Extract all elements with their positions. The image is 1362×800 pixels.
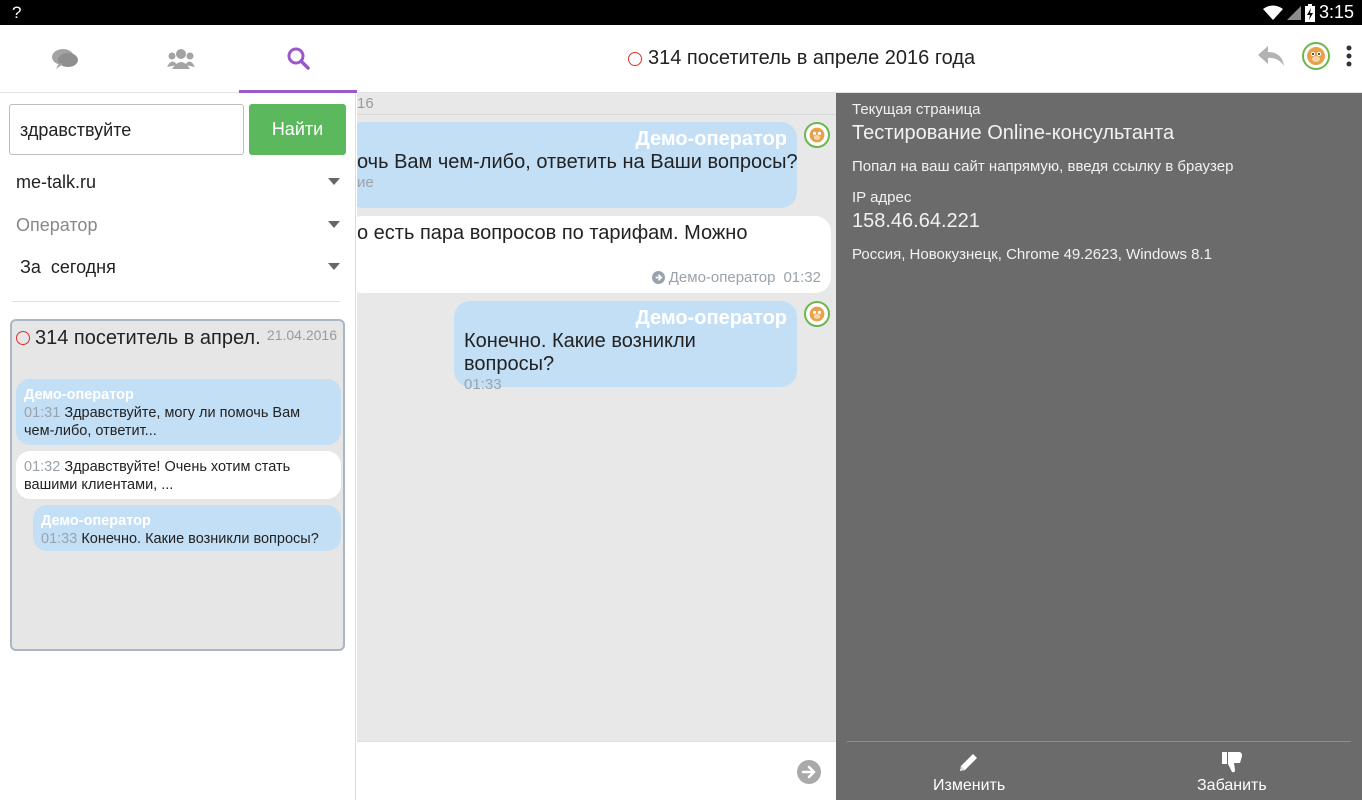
send-icon[interactable] (797, 760, 821, 784)
result-date: 21.04.2016 (266, 327, 337, 343)
snippet-text: Здравствуйте, могу ли помочь Вам чем-либ… (24, 405, 301, 439)
chevron-down-icon (328, 221, 340, 228)
message-text: Конечно. Какие возникли вопросы? (464, 330, 696, 375)
date-separator: 16 (357, 93, 836, 115)
battery-icon (1304, 3, 1315, 22)
visitor-info-panel: Текущая страница Тестирование Online-кон… (836, 93, 1362, 800)
ip-value: 158.46.64.221 (852, 210, 980, 232)
message-time: 01:32 (783, 269, 821, 286)
snippet-author: Демо-оператор (41, 513, 151, 529)
snippet-text: Здравствуйте! Очень хотим стать вашими к… (24, 459, 291, 493)
divider (12, 301, 340, 302)
monkey-avatar-icon (1307, 47, 1325, 65)
search-input[interactable]: здравствуйте (9, 104, 244, 155)
pencil-icon (960, 754, 978, 771)
site-select[interactable]: me-talk.ru (16, 164, 342, 200)
operator-avatar (804, 301, 830, 327)
snippet-text: Конечно. Какие возникли вопросы? (81, 531, 319, 547)
result-title: 314 посетитель в апрел... (35, 326, 261, 349)
reply-icon[interactable] (1256, 44, 1286, 68)
message-composer[interactable] (357, 741, 836, 800)
conversation-title: 314 посетитель в апреле 2016 года (628, 47, 975, 70)
arrow-right-circle-icon (651, 271, 665, 284)
offline-status-icon (16, 331, 30, 345)
chat-bubbles-icon (52, 49, 78, 69)
ban-label: Забанить (1197, 777, 1267, 794)
period-select-value: За сегодня (20, 256, 116, 277)
tab-visitors[interactable] (122, 25, 240, 93)
message-author: Демо-оператор (635, 128, 787, 150)
message-operator: Демо-оператор очь Вам чем-либо, ответить… (357, 122, 798, 208)
notification-question-icon: ? (12, 3, 22, 22)
edit-button[interactable]: Изменить (933, 750, 1005, 795)
info-actions: Изменить Забанить (847, 741, 1351, 800)
message-operator: Демо-оператор Конечно. Какие возникли во… (454, 301, 797, 393)
snippet-time: 01:33 (41, 531, 78, 547)
result-snippet-operator: Демо-оператор 01:31 Здравствуйте, могу л… (16, 379, 341, 445)
snippet-author: Демо-оператор (24, 387, 134, 403)
period-select[interactable]: За сегодня (20, 249, 342, 285)
search-panel: здравствуйте Найти me-talk.ru Оператор З… (0, 93, 356, 800)
tab-chats[interactable] (6, 25, 124, 93)
search-icon (287, 47, 310, 70)
chat-area: 16 Демо-оператор очь Вам чем-либо, ответ… (357, 93, 836, 800)
message-author: Демо-оператор (635, 307, 787, 329)
monkey-avatar-icon (809, 306, 825, 322)
snippet-time: 01:32 (24, 459, 61, 475)
message-time: ие (357, 174, 374, 191)
operator-avatar (804, 122, 830, 148)
result-snippet-operator: Демо-оператор 01:33 Конечно. Какие возни… (33, 505, 341, 551)
result-snippet-client: 01:32 Здравствуйте! Очень хотим стать ва… (16, 451, 341, 499)
operator-select[interactable]: Оператор (16, 207, 342, 243)
wifi-icon (1262, 5, 1283, 20)
search-button[interactable]: Найти (249, 104, 346, 155)
users-icon (167, 49, 195, 69)
referrer-text: Попал на ваш сайт напрямую, введя ссылку… (852, 158, 1234, 175)
thumbs-down-icon (1221, 752, 1242, 773)
current-page-label: Текущая страница (852, 101, 981, 118)
status-bar: ? 3:15 (0, 0, 1362, 25)
search-result-card[interactable]: 314 посетитель в апрел... 21.04.2016 Дем… (10, 319, 345, 651)
signal-icon (1286, 5, 1301, 20)
message-client: о есть пара вопросов по тарифам. Можно Д… (357, 216, 831, 293)
monkey-avatar-icon (809, 127, 825, 143)
page-title: 314 посетитель в апреле 2016 года (648, 47, 976, 69)
site-select-value: me-talk.ru (16, 171, 97, 192)
ban-button[interactable]: Забанить (1197, 750, 1267, 795)
chevron-down-icon (328, 263, 340, 270)
operator-avatar[interactable] (1302, 42, 1330, 70)
operator-select-placeholder: Оператор (16, 214, 98, 235)
chevron-down-icon (328, 178, 340, 185)
edit-label: Изменить (933, 777, 1006, 794)
more-vert-icon[interactable] (1346, 45, 1352, 67)
ip-label: IP адрес (852, 189, 912, 206)
client-info: Россия, Новокузнецк, Chrome 49.2623, Win… (852, 246, 1213, 263)
offline-status-icon (628, 51, 642, 66)
snippet-time: 01:31 (24, 405, 61, 421)
clock: 3:15 (1318, 2, 1354, 22)
message-meta: Демо-оператор 01:32 (651, 269, 821, 286)
message-meta-author: Демо-оператор (668, 269, 776, 286)
tab-search[interactable] (239, 25, 357, 93)
message-text: очь Вам чем-либо, ответить на Ваши вопро… (357, 151, 798, 173)
message-time: 01:33 (464, 376, 502, 393)
message-text: о есть пара вопросов по тарифам. Можно (357, 222, 748, 244)
current-page-value: Тестирование Online-консультанта (852, 122, 1175, 144)
app-bar: 314 посетитель в апреле 2016 года (0, 25, 1362, 93)
